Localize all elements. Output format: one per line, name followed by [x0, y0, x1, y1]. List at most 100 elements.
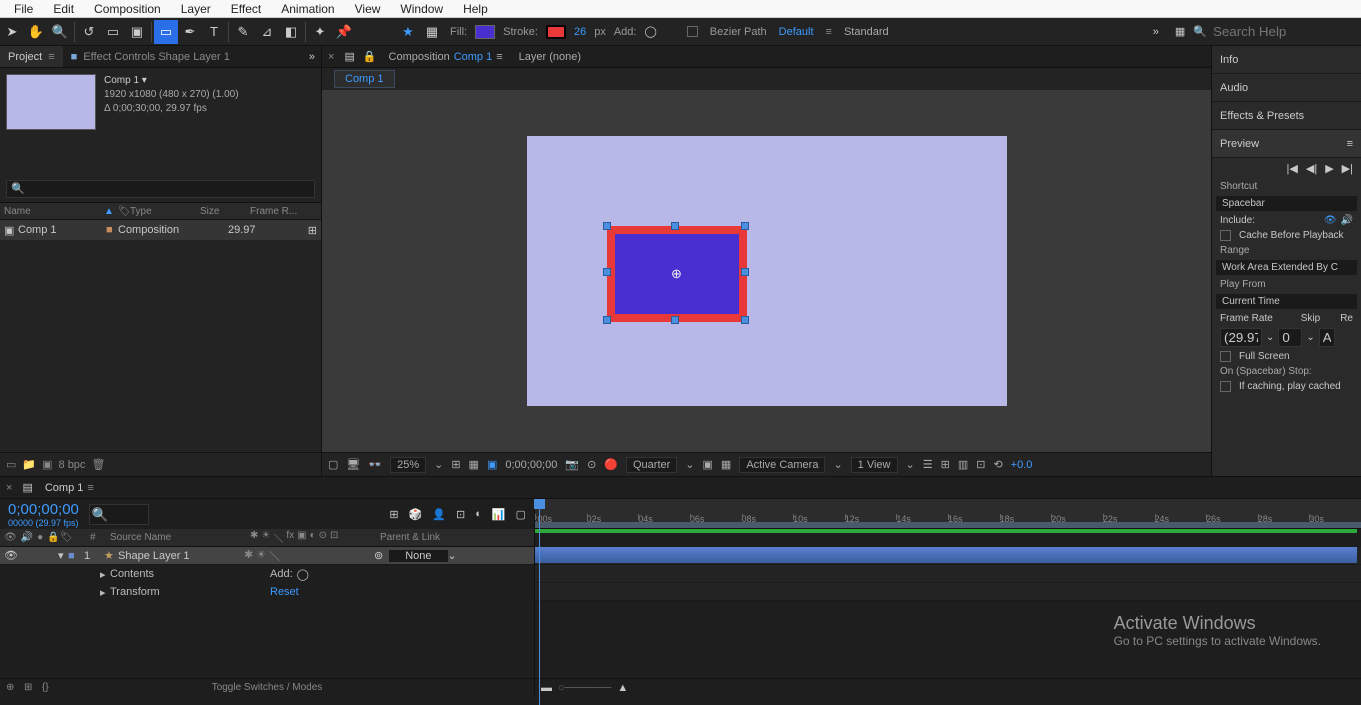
selection-tool-icon[interactable]: ➤ [0, 20, 24, 44]
tl-icon3[interactable]: {} [42, 682, 49, 693]
pen-tool-icon[interactable]: ✒ [178, 20, 202, 44]
twirl-icon[interactable]: ▾ [58, 549, 68, 562]
comp-name[interactable]: Comp 1 ▾ [104, 74, 239, 88]
puppet-tool-icon[interactable]: 📌 [332, 20, 356, 44]
menu-help[interactable]: Help [453, 2, 498, 16]
l-sw1[interactable]: ✱ [244, 548, 253, 564]
label-header-icon[interactable]: 🏷 [60, 532, 90, 543]
magnify-icon[interactable]: ▢ [328, 458, 338, 471]
grid-icon[interactable]: ⊞ [451, 458, 460, 471]
menu-composition[interactable]: Composition [84, 2, 171, 16]
skip-input[interactable] [1278, 328, 1302, 347]
sync-icon[interactable]: ▦ [1167, 25, 1193, 38]
layer-row-shape-layer-1[interactable]: 👁 ▾ ■ 1 ★ Shape Layer 1 ✱ ☀ ＼ ⊚ None ⌄ [0, 547, 534, 565]
col-number[interactable]: # [90, 532, 110, 543]
sw5-icon[interactable]: ▣ [297, 530, 306, 545]
frame-blend-icon[interactable]: ⊡ [456, 508, 465, 521]
audio-panel-tab[interactable]: Audio [1212, 74, 1361, 102]
roi-icon[interactable]: ▣ [487, 458, 497, 471]
views-select[interactable]: 1 View [851, 457, 898, 473]
col-name[interactable]: Name [4, 206, 104, 217]
handle-w[interactable] [603, 268, 611, 276]
quality-dropdown-icon[interactable]: ⌄ [685, 458, 694, 471]
col-size[interactable]: Size [200, 206, 250, 217]
viewport[interactable]: ⊕ [322, 90, 1211, 452]
reset-link[interactable]: Reset [270, 586, 299, 598]
draft-icon[interactable]: ▢ [516, 508, 526, 521]
add-contents-icon[interactable]: ◯ [297, 568, 309, 581]
zoom-out-icon[interactable]: ▬ [541, 682, 552, 694]
parent-select[interactable]: None [389, 550, 447, 562]
handle-sw[interactable] [603, 316, 611, 324]
fullscreen-checkbox[interactable] [1220, 351, 1231, 362]
comp-thumbnail[interactable] [6, 74, 96, 130]
new-comp-icon[interactable]: ▣ [42, 458, 52, 471]
work-area-bar[interactable] [535, 522, 1361, 528]
eye-toggle-icon[interactable]: 👁 [0, 549, 10, 562]
star-icon[interactable]: ★ [396, 20, 420, 44]
exposure-reset-icon[interactable]: ⟲ [993, 458, 1002, 471]
roto-tool-icon[interactable]: ✦ [308, 20, 332, 44]
interpret-icon[interactable]: ▭ [6, 458, 16, 471]
tl-icon2[interactable]: ⊞ [24, 682, 32, 693]
first-frame-icon[interactable]: |◀ [1287, 162, 1298, 175]
eye-header-icon[interactable]: 👁 [4, 532, 17, 543]
fr-dropdown-icon[interactable]: ⌄ [1266, 332, 1274, 343]
menu-edit[interactable]: Edit [43, 2, 84, 16]
handle-nw[interactable] [603, 222, 611, 230]
checker-icon[interactable]: ▦ [420, 20, 444, 44]
menu-file[interactable]: File [4, 2, 43, 16]
res-input[interactable] [1319, 328, 1335, 347]
camera-select[interactable]: Active Camera [739, 457, 825, 473]
search-help-input[interactable] [1213, 24, 1353, 39]
sw8-icon[interactable]: ⊡ [330, 530, 338, 545]
nav-slider[interactable]: ○────── [558, 682, 611, 694]
bpc-label[interactable]: 8 bpc [59, 459, 86, 471]
label-icon[interactable]: 🏷 [118, 206, 130, 217]
view2-icon[interactable]: ⊞ [941, 458, 950, 471]
include-video-icon[interactable]: 👁 [1324, 215, 1337, 226]
camera-dropdown-icon[interactable]: ⌄ [833, 458, 842, 471]
time-ruler[interactable]: :00s 02s 04s 06s 08s 10s 12s 14s 16s 18s… [535, 499, 1361, 529]
handle-se[interactable] [741, 316, 749, 324]
layer-tab[interactable]: Layer (none) [511, 46, 589, 67]
canvas[interactable]: ⊕ [527, 136, 1007, 406]
rectangle-tool-icon[interactable]: ▭ [154, 20, 178, 44]
fill-swatch[interactable] [475, 25, 495, 39]
col-source[interactable]: Source Name [110, 532, 250, 543]
folder-icon[interactable]: 📁 [22, 458, 36, 471]
quality-select[interactable]: Quarter [626, 457, 677, 473]
bezier-checkbox[interactable] [687, 26, 698, 37]
menu-effect[interactable]: Effect [221, 2, 271, 16]
layer-color-icon[interactable]: ■ [68, 550, 84, 562]
monitor-icon[interactable]: 🖥 [346, 458, 360, 471]
view4-icon[interactable]: ⊡ [976, 458, 985, 471]
rgb-icon[interactable]: 🔴 [604, 458, 618, 471]
toggle-switches-button[interactable]: Toggle Switches / Modes [212, 682, 323, 693]
hand-tool-icon[interactable]: ✋ [24, 20, 48, 44]
range-select[interactable]: Work Area Extended By C [1216, 260, 1357, 275]
layer-track[interactable] [535, 547, 1361, 565]
shape-rectangle[interactable]: ⊕ [607, 226, 747, 322]
view3-icon[interactable]: ▥ [958, 458, 968, 471]
playfrom-select[interactable]: Current Time [1216, 294, 1357, 309]
layer-viewer-icon[interactable]: ▤ [340, 50, 358, 63]
sw6-icon[interactable]: ◐ [310, 530, 316, 545]
play-icon[interactable]: ▶ [1325, 162, 1333, 175]
handle-e[interactable] [741, 268, 749, 276]
current-timecode[interactable]: 0;00;00;00 [8, 501, 79, 518]
orbit-tool-icon[interactable]: ↺ [77, 20, 101, 44]
l-sw3[interactable]: ＼ [269, 548, 280, 564]
panel-menu-icon[interactable]: ≡ [48, 51, 54, 63]
add-menu-icon[interactable]: ◯ [644, 25, 656, 38]
motion-blur-icon[interactable]: ◐ [475, 508, 482, 520]
stroke-width[interactable]: 26 [574, 26, 586, 38]
fast-preview-icon[interactable]: ▣ [703, 458, 713, 471]
zoom-dropdown-icon[interactable]: ⌄ [434, 458, 443, 471]
workspace-standard[interactable]: Standard [832, 26, 901, 38]
col-parent[interactable]: Parent & Link [380, 532, 440, 543]
preview-panel-tab[interactable]: Preview≡ [1212, 130, 1361, 158]
sw1-icon[interactable]: ✱ [250, 530, 258, 545]
playhead[interactable] [539, 505, 540, 705]
effects-panel-tab[interactable]: Effects & Presets [1212, 102, 1361, 130]
